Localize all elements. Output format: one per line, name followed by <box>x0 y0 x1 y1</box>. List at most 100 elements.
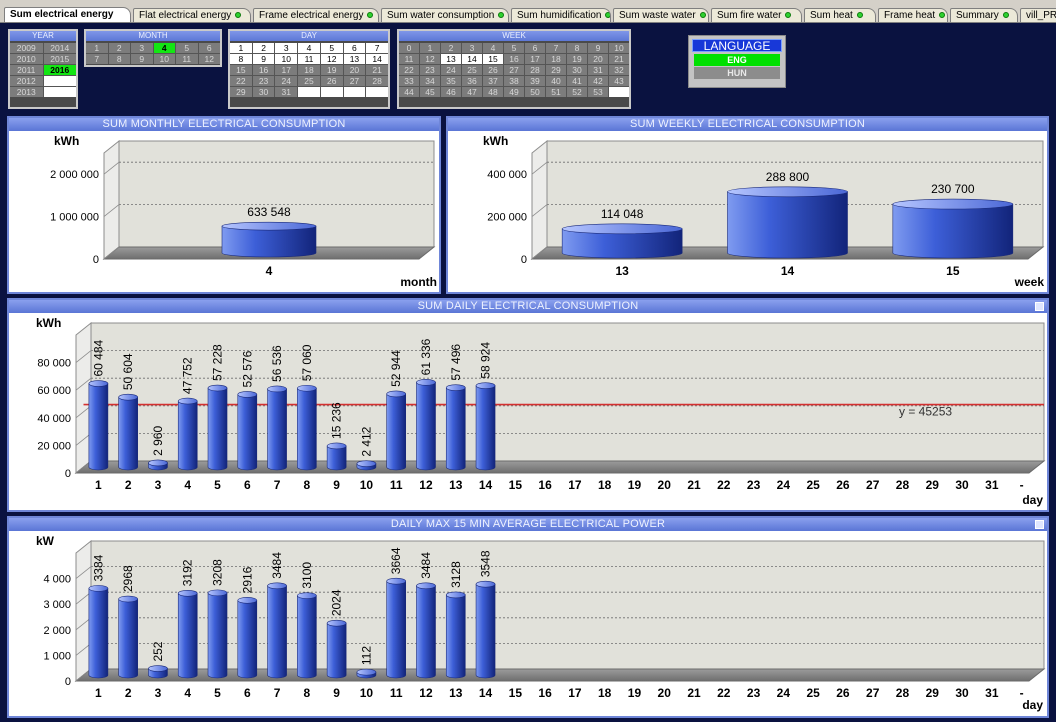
day-cell[interactable]: 3 <box>275 43 298 53</box>
week-cell[interactable]: 38 <box>504 76 524 86</box>
week-cell[interactable]: 25 <box>462 65 482 75</box>
day-cell[interactable]: 1 <box>230 43 252 53</box>
week-cell[interactable]: 45 <box>420 87 440 97</box>
week-cell[interactable]: 18 <box>546 54 566 64</box>
week-cell[interactable]: 24 <box>441 65 461 75</box>
week-cell[interactable]: 3 <box>462 43 482 53</box>
year-cell[interactable]: 2015 <box>43 54 76 64</box>
month-cell[interactable]: 6 <box>198 43 220 53</box>
tab-sum-heat[interactable]: Sum heat <box>804 8 876 22</box>
month-cell[interactable]: 12 <box>198 54 220 64</box>
week-cell[interactable]: 42 <box>588 76 608 86</box>
day-cell[interactable]: 12 <box>320 54 343 64</box>
week-cell[interactable]: 14 <box>462 54 482 64</box>
tab-sum-electrical-energy[interactable]: Sum electrical energy <box>4 7 131 22</box>
week-cell[interactable]: 31 <box>588 65 608 75</box>
day-cell[interactable]: 4 <box>298 43 320 53</box>
week-cell[interactable]: 53 <box>588 87 608 97</box>
week-cell[interactable]: 16 <box>504 54 524 64</box>
week-cell[interactable]: 9 <box>588 43 608 53</box>
daily-panel-menu-button[interactable] <box>1035 302 1044 311</box>
week-cell[interactable]: 48 <box>483 87 503 97</box>
week-cell[interactable]: 0 <box>399 43 419 53</box>
day-cell[interactable]: 30 <box>252 87 275 97</box>
week-cell[interactable]: 27 <box>504 65 524 75</box>
week-cell[interactable]: 22 <box>399 65 419 75</box>
tab-sum-humidification[interactable]: Sum humidification <box>511 8 611 22</box>
day-cell[interactable]: 29 <box>230 87 252 97</box>
week-cell[interactable]: 11 <box>399 54 419 64</box>
day-cell[interactable]: 10 <box>275 54 298 64</box>
tab-sum-fire-water[interactable]: Sum fire water <box>711 8 802 22</box>
week-cell[interactable]: 41 <box>567 76 587 86</box>
year-cell[interactable]: 2009 <box>10 43 43 53</box>
week-cell[interactable]: 30 <box>567 65 587 75</box>
week-cell[interactable]: 32 <box>609 65 629 75</box>
day-cell[interactable]: 8 <box>230 54 252 64</box>
week-cell[interactable]: 35 <box>441 76 461 86</box>
year-cell[interactable]: 2014 <box>43 43 76 53</box>
tab-frame-electrical-energy[interactable]: Frame electrical energy <box>253 8 379 22</box>
language-hun-button[interactable]: HUN <box>694 67 780 79</box>
week-cell[interactable]: 21 <box>609 54 629 64</box>
tab-vill-print[interactable]: vill_PRINT <box>1020 8 1056 22</box>
month-cell[interactable]: 3 <box>131 43 153 53</box>
language-eng-button[interactable]: ENG <box>694 54 780 66</box>
year-cell[interactable]: 2010 <box>10 54 43 64</box>
day-cell[interactable]: 22 <box>230 76 252 86</box>
day-cell[interactable]: 28 <box>366 76 388 86</box>
day-cell[interactable]: 24 <box>275 76 298 86</box>
day-cell[interactable]: 23 <box>252 76 275 86</box>
week-cell[interactable]: 8 <box>567 43 587 53</box>
day-cell[interactable]: 2 <box>252 43 275 53</box>
month-cell[interactable]: 11 <box>176 54 198 64</box>
day-cell[interactable]: 14 <box>366 54 388 64</box>
week-cell[interactable]: 46 <box>441 87 461 97</box>
week-cell[interactable]: 39 <box>525 76 545 86</box>
month-cell[interactable]: 9 <box>131 54 153 64</box>
month-cell[interactable]: 10 <box>153 54 175 64</box>
week-cell[interactable]: 34 <box>420 76 440 86</box>
day-cell[interactable]: 6 <box>343 43 366 53</box>
day-cell[interactable]: 5 <box>320 43 343 53</box>
week-cell[interactable]: 17 <box>525 54 545 64</box>
day-cell[interactable]: 16 <box>252 65 275 75</box>
week-cell[interactable]: 52 <box>567 87 587 97</box>
year-cell[interactable]: 2011 <box>10 65 43 75</box>
week-cell[interactable]: 10 <box>609 43 629 53</box>
tab-sum-water-consumption[interactable]: Sum water consumption <box>381 8 509 22</box>
month-cell[interactable]: 1 <box>86 43 108 53</box>
tab-summary[interactable]: Summary <box>950 8 1018 22</box>
tab-flat-electrical-energy[interactable]: Flat electrical energy <box>133 8 251 22</box>
week-cell[interactable]: 51 <box>546 87 566 97</box>
week-cell[interactable]: 7 <box>546 43 566 53</box>
day-cell[interactable]: 20 <box>343 65 366 75</box>
week-cell[interactable]: 19 <box>567 54 587 64</box>
week-cell[interactable]: 6 <box>525 43 545 53</box>
week-cell[interactable]: 43 <box>609 76 629 86</box>
day-cell[interactable]: 13 <box>343 54 366 64</box>
week-cell[interactable]: 44 <box>399 87 419 97</box>
month-cell[interactable]: 4 <box>153 43 175 53</box>
day-cell[interactable]: 21 <box>366 65 388 75</box>
week-cell[interactable]: 47 <box>462 87 482 97</box>
week-cell[interactable]: 2 <box>441 43 461 53</box>
day-cell[interactable]: 9 <box>252 54 275 64</box>
week-cell[interactable]: 13 <box>441 54 461 64</box>
week-cell[interactable]: 49 <box>504 87 524 97</box>
day-cell[interactable]: 7 <box>366 43 388 53</box>
week-cell[interactable]: 4 <box>483 43 503 53</box>
month-cell[interactable]: 2 <box>108 43 130 53</box>
day-cell[interactable]: 18 <box>298 65 320 75</box>
week-cell[interactable]: 37 <box>483 76 503 86</box>
day-cell[interactable]: 19 <box>320 65 343 75</box>
week-cell[interactable]: 28 <box>525 65 545 75</box>
year-cell[interactable]: 2016 <box>43 65 76 75</box>
day-cell[interactable]: 31 <box>275 87 298 97</box>
week-cell[interactable]: 12 <box>420 54 440 64</box>
week-cell[interactable]: 29 <box>546 65 566 75</box>
week-cell[interactable]: 40 <box>546 76 566 86</box>
month-cell[interactable]: 7 <box>86 54 108 64</box>
year-cell[interactable]: 2012 <box>10 76 43 86</box>
day-cell[interactable]: 11 <box>298 54 320 64</box>
